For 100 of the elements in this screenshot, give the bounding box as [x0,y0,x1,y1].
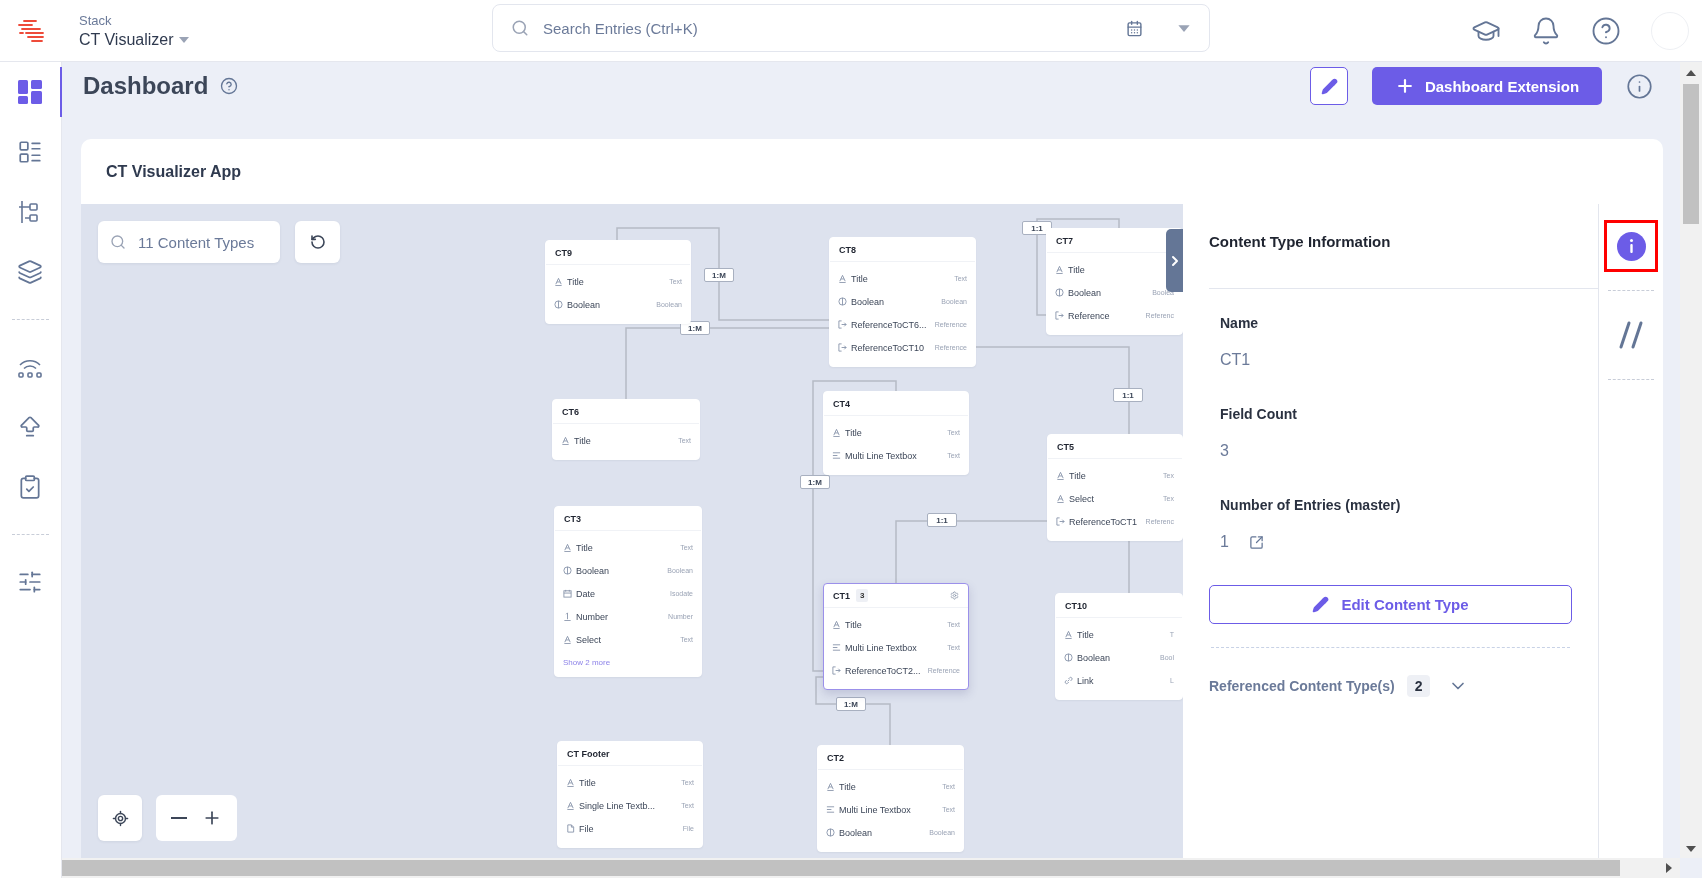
canvas-search-bar[interactable]: 11 Content Types [98,221,280,263]
horizontal-scrollbar[interactable] [62,858,1680,878]
field-name: ReferenceToCT2... [845,665,922,676]
field-name: Title [1077,629,1095,640]
text-field-icon [566,801,575,810]
relation-label: 1:M [680,321,710,335]
relation-label: 1:1 [1022,221,1052,235]
field-name: Title [851,273,869,284]
search-bar[interactable]: Search Entries (Ctrl+K) [492,4,1210,52]
reference-icon [838,320,847,329]
scroll-down-icon[interactable] [1686,846,1696,852]
stack-label: Stack [79,12,113,28]
field-name: File [579,823,595,834]
slashes-icon [1617,321,1645,349]
toggle-icon [826,828,835,837]
dashboard-icon [17,79,43,105]
info-value: 1 [1220,532,1229,552]
reset-button[interactable] [295,221,340,263]
file-icon [566,824,575,833]
search-field[interactable]: 11 Content Types [136,232,266,252]
text-field-icon [832,428,841,437]
text-field-icon [832,620,841,629]
text-field-icon [563,635,572,644]
edit-content-type-button[interactable]: Edit Content Type [1209,585,1572,624]
stack-selector[interactable]: CT Visualizer [79,30,190,49]
external-link-icon[interactable] [1248,534,1264,550]
text-field-icon [554,277,563,286]
field-name: ReferenceToCT1 [1069,516,1139,527]
node-title: CT1 [833,590,850,601]
field-name: Date [576,588,596,599]
field-name: ReferenceToCT6... [851,319,928,330]
vertical-scrollbar[interactable] [1680,62,1702,858]
field-name: Select [576,634,602,645]
search-field[interactable]: Search Entries (Ctrl+K) [541,18,1114,38]
node-title: CT7 [1056,235,1073,246]
lines-icon [826,805,835,814]
calendar-icon[interactable] [1126,19,1143,37]
relation-label: 1:M [836,697,866,711]
relation-label: 1:M [800,475,830,489]
node-title: CT2 [827,752,844,763]
page-title: Dashboard [83,72,209,100]
field-name: Multi Line Textbox [845,450,918,461]
info-label: Number of Entries (master) [1220,496,1402,515]
caret-icon[interactable] [1177,23,1191,33]
toggle-icon [838,297,847,306]
number-icon [563,612,572,621]
sliders-icon [17,569,43,595]
node-title: CT Footer [567,748,610,759]
card-title: CT Visualizer App [106,162,242,181]
rotate-icon [309,234,326,250]
notifications-button[interactable] [1531,15,1561,46]
scroll-up-icon[interactable] [1686,70,1696,76]
calendar-icon [563,589,572,598]
add-extension-button[interactable]: Dashboard Extension [1372,67,1602,105]
minus-icon [171,817,187,819]
toggle-icon [1064,653,1073,662]
text-field-icon [1064,630,1073,639]
field-name: Title [579,777,597,788]
logo-icon [16,17,46,44]
help-button[interactable] [1591,15,1621,46]
field-name: Title [1068,264,1086,275]
field-name: Title [1069,470,1087,481]
help-icon[interactable] [220,77,239,95]
info-icon [1616,231,1646,261]
field-name: Number [576,611,609,622]
locate-button[interactable] [98,795,142,841]
scroll-thumb[interactable] [62,860,1620,876]
link-icon [1064,676,1073,685]
toggle-icon [563,566,572,575]
panel-tab[interactable] [1604,220,1658,272]
field-name: Title [574,435,592,446]
list-icon [17,139,43,165]
node-title: CT9 [555,247,572,258]
collapse-tab[interactable] [1166,229,1183,292]
info-icon[interactable] [1626,72,1653,100]
field-count: 3 [856,589,869,602]
pencil-icon [1312,596,1330,613]
relation-label: 1:1 [927,513,957,527]
text-field-icon [1056,494,1065,503]
scroll-right-icon[interactable] [1666,863,1672,873]
field-name: Reference [1068,310,1111,321]
referenced-label: Referenced Content Type(s) [1209,678,1395,694]
relation-label: 1:M [704,268,734,282]
field-name: Title [839,781,857,792]
field-name: Boolean [1077,652,1112,663]
clipboard-icon [17,474,43,500]
edit-button[interactable] [1310,67,1348,105]
scroll-thumb[interactable] [1683,84,1699,224]
layers-icon [17,259,43,285]
bell-icon [1531,15,1561,46]
info-label: Field Count [1220,405,1298,424]
info-value: CT1 [1220,350,1251,370]
field-name: Boolean [567,299,602,310]
field-name: Boolean [839,827,874,838]
panel-title: Content Type Information [1209,233,1392,250]
field-name: Title [845,619,863,630]
field-name: Title [845,427,863,438]
search-icon [511,19,529,37]
lines-icon [832,643,841,652]
text-field-icon [838,274,847,283]
